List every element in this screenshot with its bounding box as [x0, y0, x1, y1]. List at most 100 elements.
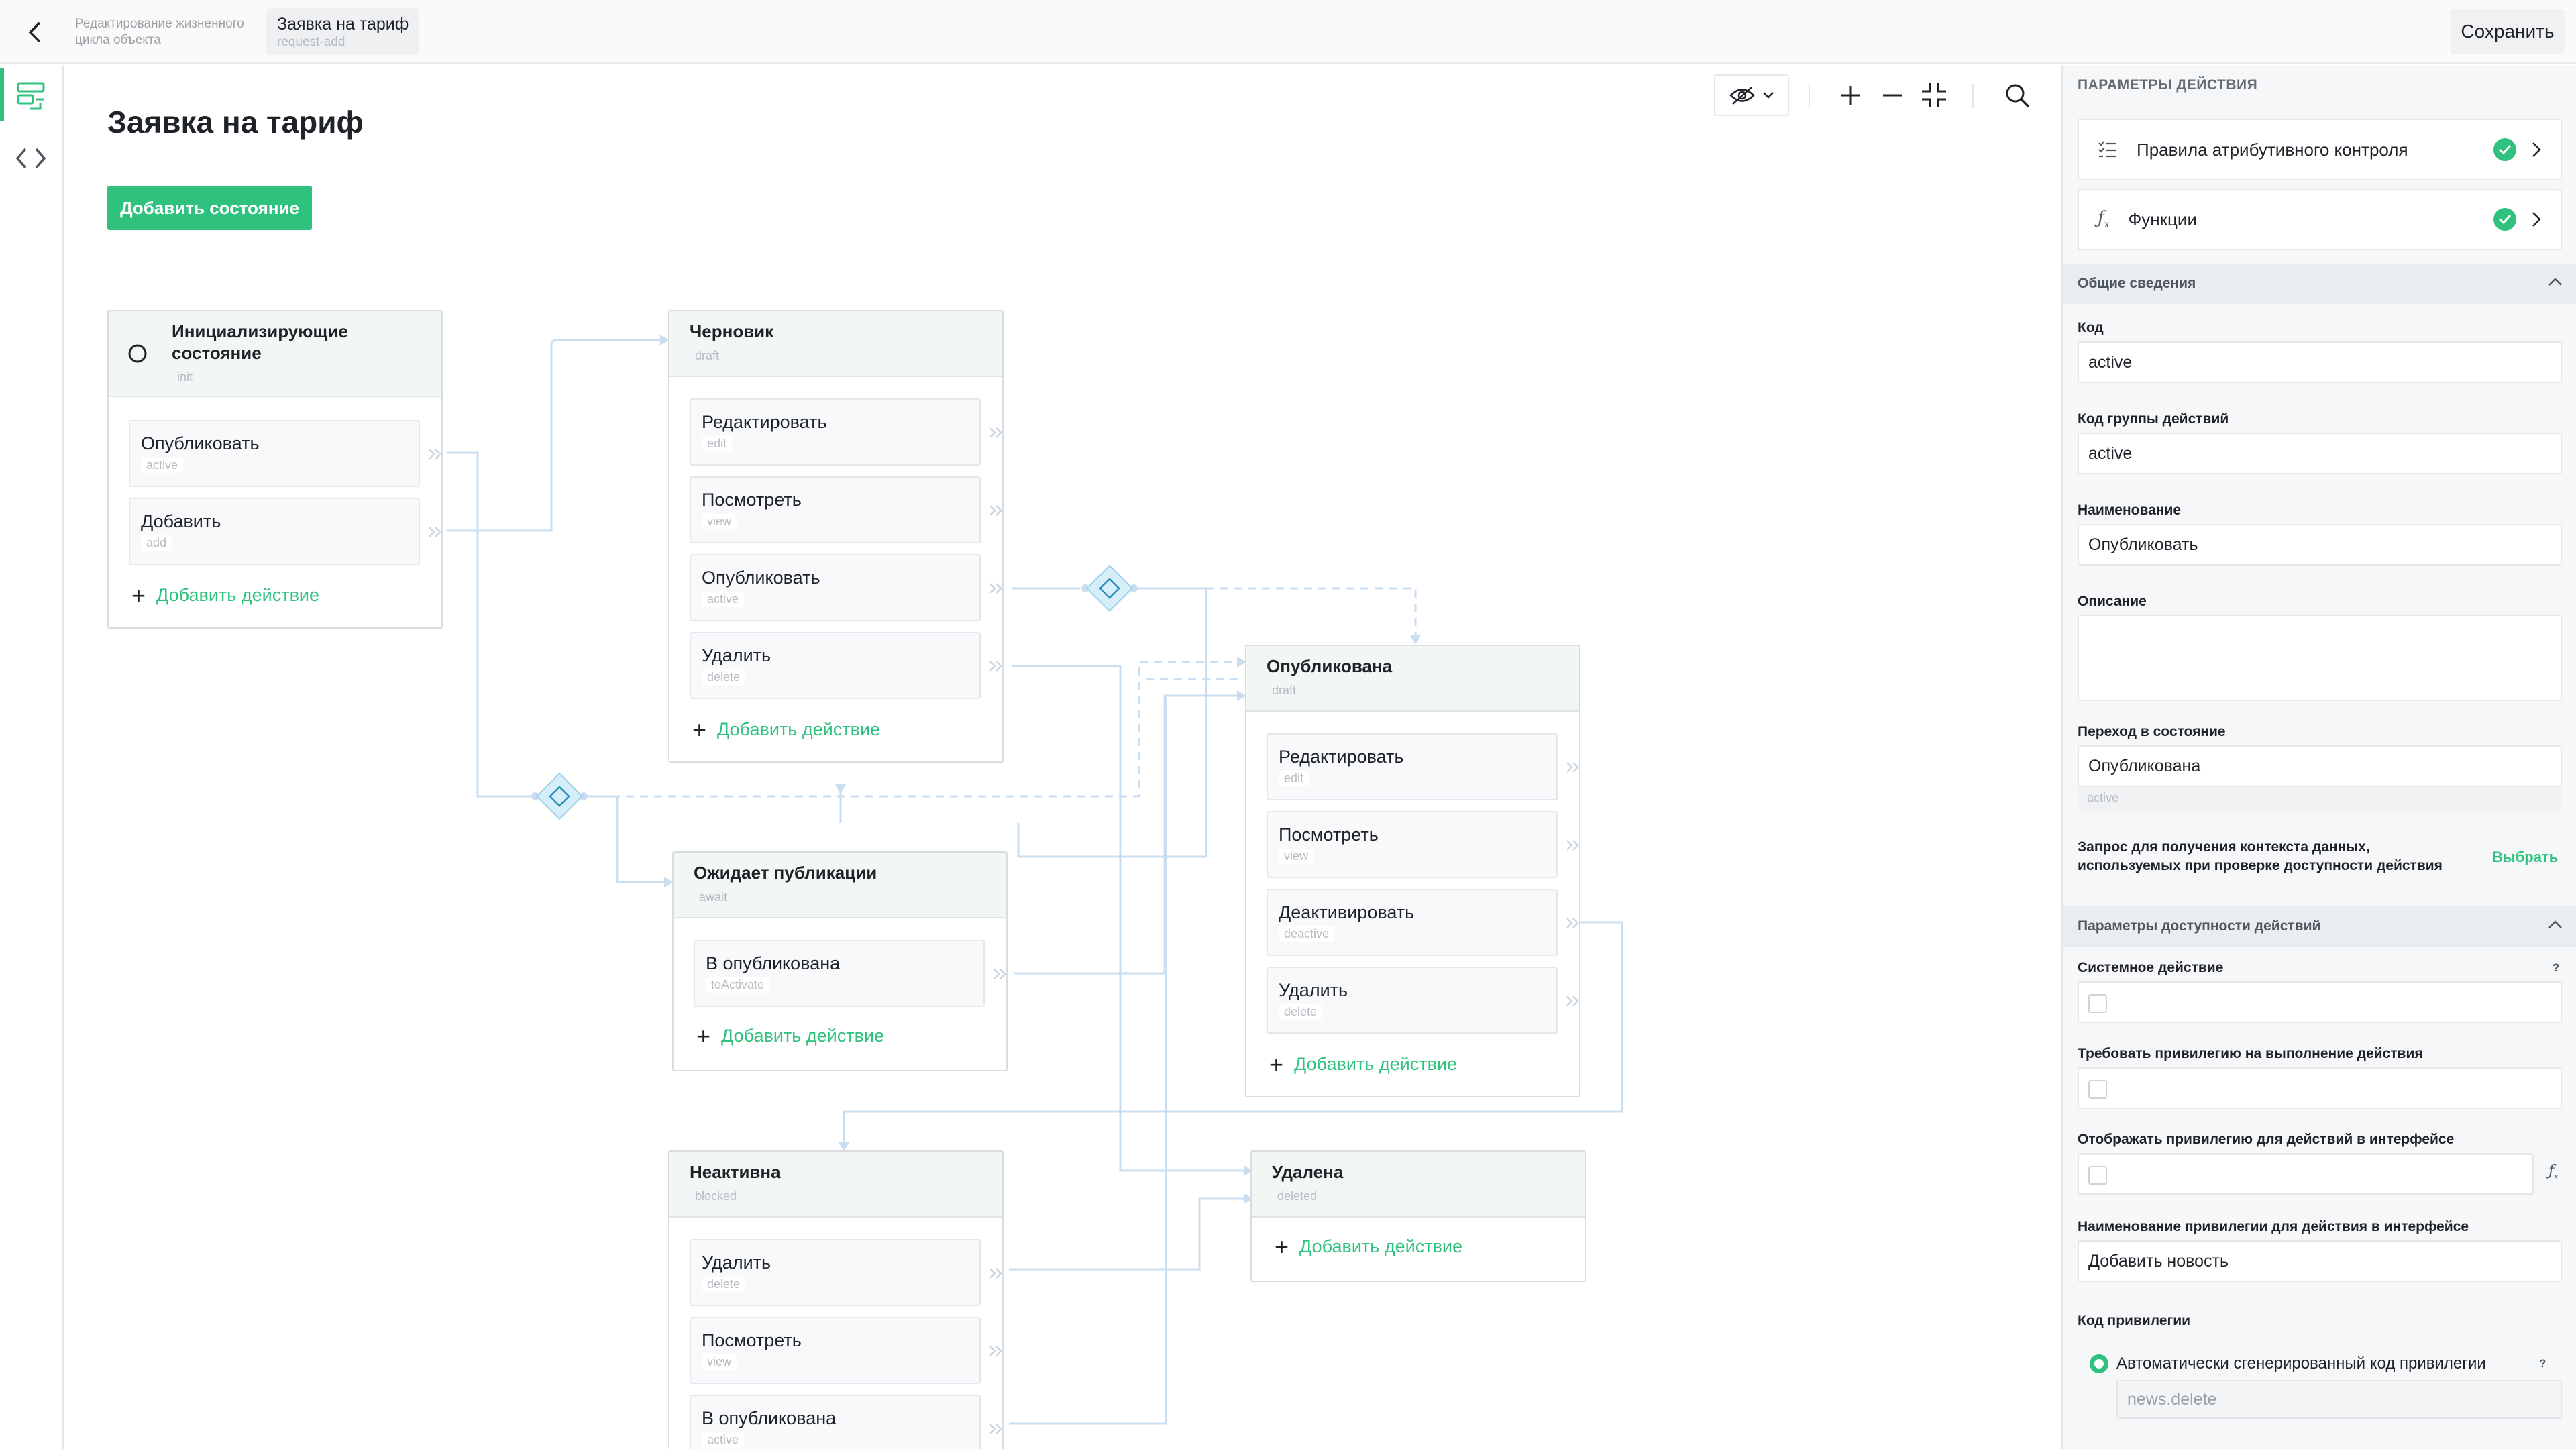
privilege-name-input[interactable]: Добавить новость [2078, 1240, 2562, 1282]
field-label-description: Описание [2078, 594, 2147, 609]
auto-code-radio[interactable] [2090, 1354, 2108, 1373]
action-card[interactable]: Опубликовать active [129, 420, 441, 487]
help-icon[interactable]: ? [2553, 961, 2559, 975]
fx-button[interactable]: ƒx [2548, 1163, 2559, 1181]
system-action-checkbox[interactable] [2078, 981, 2562, 1023]
add-action-button[interactable]: + Добавить действие [696, 1024, 885, 1048]
save-button[interactable]: Сохранить [2450, 9, 2565, 54]
fit-screen-button[interactable] [1913, 74, 1955, 116]
breadcrumb-current-code: request-add [277, 35, 345, 49]
action-card[interactable]: Посмотреть view [690, 1317, 1002, 1384]
double-chevron-right-icon [429, 449, 441, 460]
action-code: view [702, 514, 737, 529]
field-label-query: Запрос для получения контекста данных, и… [2078, 839, 2443, 873]
function-fx-icon: ƒx [2098, 208, 2110, 231]
transition-code: active [2078, 787, 2562, 811]
action-code: delete [1279, 1004, 1323, 1020]
section-availability-header[interactable]: Параметры доступности действий [2063, 906, 2576, 947]
double-chevron-right-icon [989, 1346, 1002, 1356]
breadcrumb-current: Заявка на тариф request-add [266, 8, 420, 55]
section-general-header[interactable]: Общие сведения [2063, 264, 2576, 304]
plus-icon: + [692, 715, 707, 743]
code-input[interactable]: active [2078, 341, 2562, 383]
transition-select[interactable]: Опубликована [2078, 745, 2562, 787]
state-header: Опубликована draft [1246, 646, 1579, 712]
action-code: view [702, 1354, 737, 1370]
add-action-button[interactable]: + Добавить действие [131, 583, 320, 607]
chevron-right-icon [2532, 212, 2541, 227]
diagram-canvas[interactable]: Заявка на тариф Добавить состояние Иници… [66, 65, 2061, 1449]
show-privilege-checkbox[interactable] [2078, 1153, 2534, 1195]
panel-title: ПАРАМЕТРЫ ДЕЙСТВИЯ [2078, 77, 2258, 93]
add-action-label: Добавить действие [156, 585, 320, 605]
action-name: Опубликовать [702, 568, 820, 588]
action-card[interactable]: Редактировать edit [1267, 733, 1579, 800]
state-header: Ожидает публикации await [674, 853, 1006, 918]
action-card[interactable]: Удалить delete [690, 1239, 1002, 1306]
state-header: Инициализирующие состояние init [109, 311, 441, 397]
add-action-button[interactable]: + Добавить действие [1275, 1234, 1462, 1258]
toolbar-divider [1809, 84, 1810, 108]
action-code: active [702, 1432, 745, 1448]
add-state-button[interactable]: Добавить состояние [107, 186, 312, 230]
action-card[interactable]: В опубликована active [690, 1395, 1002, 1449]
visibility-toggle[interactable] [1714, 74, 1789, 116]
action-card[interactable]: Удалить delete [1267, 967, 1579, 1034]
gateway-right [1085, 564, 1134, 612]
action-card[interactable]: Редактировать edit [690, 398, 1002, 466]
action-parameters-panel: ПАРАМЕТРЫ ДЕЙСТВИЯ Правила атрибутивного… [2061, 65, 2576, 1449]
action-code: active [702, 592, 745, 607]
group-code-input[interactable]: active [2078, 433, 2562, 474]
action-card[interactable]: В опубликована toActivate [694, 940, 1006, 1007]
rules-card[interactable]: Правила атрибутивного контроля [2078, 119, 2562, 180]
action-code: edit [1279, 771, 1309, 786]
action-card[interactable]: Добавить add [129, 498, 441, 565]
functions-card[interactable]: ƒx Функции [2078, 189, 2562, 250]
eye-slash-icon [1729, 87, 1755, 105]
action-name: В опубликована [702, 1408, 837, 1428]
add-action-button[interactable]: + Добавить действие [692, 715, 880, 743]
description-textarea[interactable] [2078, 615, 2562, 701]
field-label-system-action: Системное действие [2078, 960, 2224, 975]
zoom-in-button[interactable] [1830, 74, 1872, 116]
breadcrumb-parent[interactable]: Редактирование жизненного цикла объекта [75, 16, 270, 48]
chevron-left-icon [28, 21, 41, 43]
state-deleted[interactable]: Удалена deleted + Добавить действие [1250, 1150, 1586, 1282]
section-general-title: Общие сведения [2078, 276, 2196, 291]
breadcrumb-current-title: Заявка на тариф [277, 15, 409, 34]
state-published[interactable]: Опубликована draft Редактировать edit По… [1245, 645, 1580, 1097]
rail-item-diagram[interactable] [0, 65, 62, 125]
action-code: view [1279, 849, 1314, 864]
action-code: delete [702, 1277, 746, 1292]
search-button[interactable] [1996, 74, 2038, 116]
zoom-out-button[interactable] [1872, 74, 1913, 116]
collapse-icon [1922, 83, 1946, 107]
action-name: В опубликована [706, 953, 841, 973]
rail-item-code[interactable] [0, 128, 62, 189]
add-action-label: Добавить действие [721, 1026, 885, 1046]
check-circle-icon [2493, 138, 2516, 161]
select-query-link[interactable]: Выбрать [2492, 849, 2558, 866]
action-card[interactable]: Удалить delete [690, 632, 1002, 699]
add-action-button[interactable]: + Добавить действие [1269, 1050, 1457, 1078]
state-init[interactable]: Инициализирующие состояние init Опублико… [107, 310, 443, 629]
circle-icon [128, 344, 147, 363]
require-privilege-checkbox[interactable] [2078, 1067, 2562, 1109]
plus-icon: + [1269, 1050, 1284, 1078]
fx-button-label: x [2554, 1171, 2559, 1181]
state-code: init [172, 369, 199, 386]
state-draft[interactable]: Черновик draft Редактировать edit Посмот… [668, 310, 1004, 763]
double-chevron-right-icon [994, 969, 1006, 979]
action-card[interactable]: Опубликовать active [690, 554, 1002, 621]
name-input[interactable]: Опубликовать [2078, 524, 2562, 566]
back-button[interactable] [15, 12, 55, 52]
state-await[interactable]: Ожидает публикации await В опубликована … [672, 851, 1008, 1071]
action-card[interactable]: Посмотреть view [1267, 811, 1579, 878]
action-card[interactable]: Посмотреть view [690, 476, 1002, 543]
double-chevron-right-icon [429, 527, 441, 537]
state-blocked[interactable]: Неактивна blocked Удалить delete Посмотр… [668, 1150, 1004, 1449]
auto-code-radio-label[interactable]: Автоматически сгенерированный код привил… [2116, 1354, 2486, 1373]
action-card[interactable]: Деактивировать deactive [1267, 889, 1579, 956]
help-icon[interactable]: ? [2539, 1357, 2546, 1371]
double-chevron-right-icon [1566, 762, 1579, 773]
